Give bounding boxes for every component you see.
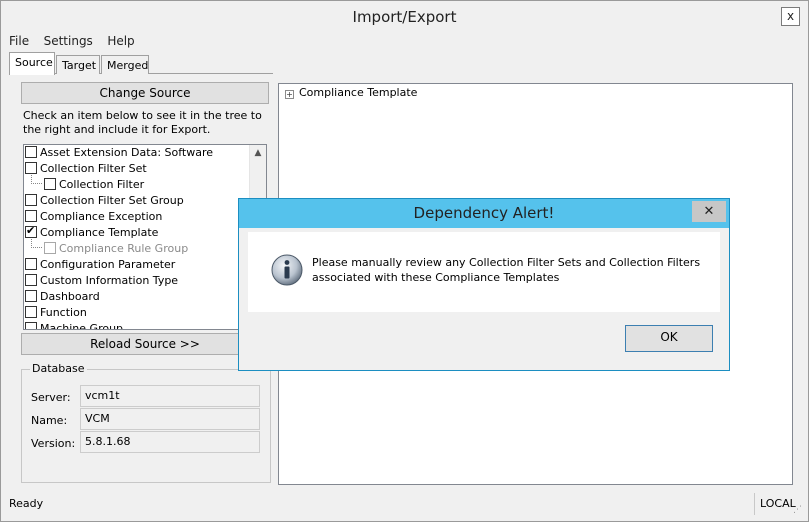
dialog-message: Please manually review any Collection Fi… [312, 255, 712, 285]
checkbox[interactable] [25, 194, 37, 206]
scroll-up-arrow-icon[interactable]: ▲ [250, 145, 266, 161]
status-separator [754, 493, 755, 515]
list-item[interactable]: Asset Extension Data: Software [25, 145, 213, 161]
list-item-label: Compliance Exception [40, 210, 163, 223]
checkbox[interactable] [25, 306, 37, 318]
list-item-label: Collection Filter [59, 178, 145, 191]
list-item-label: Custom Information Type [40, 274, 179, 287]
list-item[interactable]: ✔ Compliance Template [25, 224, 159, 241]
checkbox[interactable] [25, 210, 37, 222]
tab-target[interactable]: Target [56, 55, 100, 74]
checkbox[interactable] [25, 258, 37, 270]
menu-file[interactable]: File [9, 34, 29, 48]
server-label: Server: [31, 391, 71, 404]
list-item[interactable]: Function [25, 305, 87, 321]
server-field: vcm1t [80, 385, 260, 407]
name-field: VCM [80, 408, 260, 430]
dependency-alert-dialog: Dependency Alert! ✕ Please manually revi… [238, 198, 730, 371]
list-item-label: Asset Extension Data: Software [40, 146, 214, 159]
tab-merged[interactable]: Merged [101, 55, 149, 74]
expand-plus-icon[interactable]: + [285, 90, 294, 99]
status-mode: LOCAL [760, 497, 796, 510]
name-label: Name: [31, 414, 68, 427]
checkbox[interactable] [44, 178, 56, 190]
list-item-label: Collection Filter Set Group [40, 194, 184, 207]
list-item[interactable]: Compliance Exception [25, 209, 162, 225]
checkbox[interactable] [25, 322, 37, 329]
check-mark-icon: ✔ [26, 224, 36, 237]
source-instructions: Check an item below to see it in the tre… [23, 109, 262, 136]
menu-bar: File Settings Help [9, 34, 146, 50]
checkbox[interactable] [25, 290, 37, 302]
database-group-title: Database [30, 362, 87, 375]
checkbox-checked[interactable]: ✔ [25, 224, 37, 238]
list-item-label: Configuration Parameter [40, 258, 176, 271]
checkbox[interactable] [25, 162, 37, 174]
checkbox-disabled [44, 242, 56, 254]
source-item-list[interactable]: Asset Extension Data: Software Collectio… [23, 144, 267, 330]
list-item-label: Dashboard [40, 290, 100, 303]
list-item-label: Machine Group [40, 322, 124, 330]
list-item-label: Compliance Template [40, 226, 159, 239]
list-item[interactable]: Dashboard [25, 289, 100, 305]
checkbox[interactable] [25, 146, 37, 158]
list-item-label: Function [40, 306, 87, 319]
list-item: Compliance Rule Group [44, 241, 188, 257]
version-label: Version: [31, 437, 76, 450]
menu-settings[interactable]: Settings [44, 34, 93, 48]
window-title: Import/Export [352, 8, 457, 26]
list-item[interactable]: Configuration Parameter [25, 257, 175, 273]
change-source-button[interactable]: Change Source [21, 82, 269, 104]
dialog-message-line: Please manually review any Collection Fi… [312, 256, 701, 269]
version-field: 5.8.1.68 [80, 431, 260, 453]
dialog-close-button[interactable]: ✕ [692, 201, 726, 222]
checkbox[interactable] [25, 274, 37, 286]
list-item-label: Compliance Rule Group [59, 242, 189, 255]
list-item[interactable]: Collection Filter [44, 177, 144, 193]
dialog-title: Dependency Alert! [413, 204, 555, 222]
list-item[interactable]: Custom Information Type [25, 273, 178, 289]
dialog-body: Please manually review any Collection Fi… [248, 232, 720, 312]
window-titlebar: Import/Export [1, 1, 808, 33]
info-icon [271, 254, 303, 286]
list-item[interactable]: Collection Filter Set [25, 161, 147, 177]
list-item-label: Collection Filter Set [40, 162, 147, 175]
ok-button[interactable]: OK [625, 325, 713, 352]
menu-help[interactable]: Help [107, 34, 134, 48]
resize-grip-icon[interactable]: ⋰ [793, 505, 802, 515]
status-text: Ready [9, 497, 44, 510]
import-export-window: Import/Export x File Settings Help Sourc… [0, 0, 809, 522]
list-item[interactable]: Collection Filter Set Group [25, 193, 184, 209]
reload-source-button[interactable]: Reload Source >> [21, 333, 269, 355]
list-item[interactable]: Machine Group [25, 321, 124, 330]
window-close-button[interactable]: x [781, 7, 800, 26]
dialog-message-line: associated with these Compliance Templat… [312, 271, 560, 284]
tree-root-label[interactable]: Compliance Template [299, 86, 417, 99]
status-bar: Ready LOCAL ⋰ [7, 493, 802, 515]
dialog-titlebar: Dependency Alert! [239, 199, 729, 228]
tab-source[interactable]: Source [9, 52, 55, 75]
